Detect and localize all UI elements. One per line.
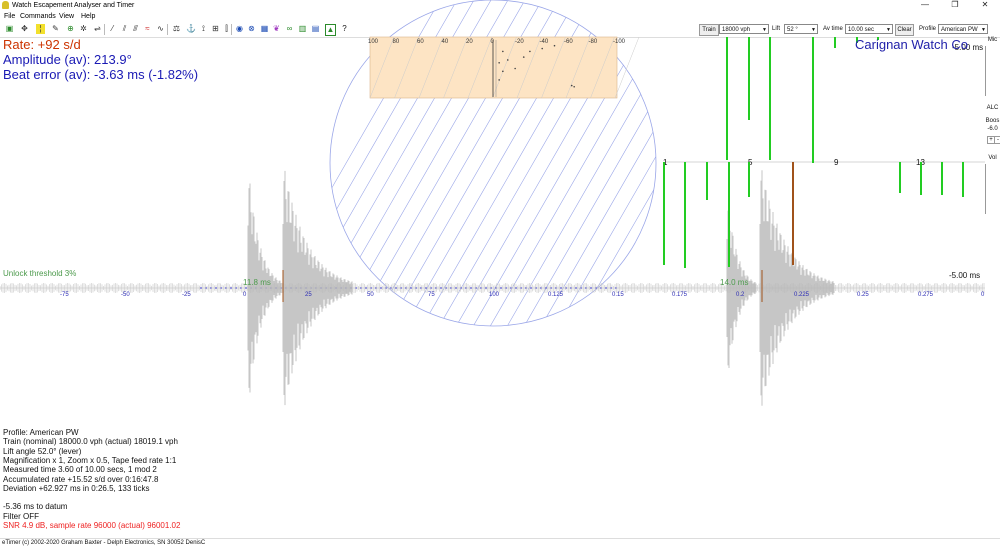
axis-label: -25 [182, 292, 191, 298]
polar-tick-label: 100 [368, 39, 379, 45]
polar-point [502, 50, 504, 53]
vol-slider[interactable] [985, 164, 986, 214]
beat-error-readout: Beat error (av): -3.63 ms (-1.82%) [3, 67, 199, 82]
info-line: SNR 4.9 dB, sample rate 96000 (actual) 9… [3, 521, 181, 530]
mic-slider[interactable] [985, 46, 986, 96]
hatch-line [623, 0, 656, 326]
axis-label: 100 [489, 292, 500, 298]
alc-label: ALC [986, 105, 999, 111]
rate-bars [663, 37, 964, 268]
axis-label: 0 [981, 292, 985, 298]
axis-label: -50 [121, 292, 130, 298]
polar-point [541, 47, 543, 50]
brand-label: Carignan Watch Co [855, 37, 968, 52]
boost-minus-button[interactable]: - [994, 136, 1000, 144]
polar-point [529, 50, 531, 53]
boost-value: -6.0 [987, 126, 998, 132]
polar-tick-label: -60 [564, 39, 573, 45]
polar-tick-label: 80 [393, 39, 400, 45]
polar-point [506, 59, 509, 61]
tick-number-9: 9 [834, 158, 839, 167]
axis-label: 0.275 [918, 292, 934, 298]
status-text: eTimer (c) 2002-2020 Graham Baxter - Del… [2, 540, 206, 546]
polar-tick-label: 60 [417, 39, 424, 45]
axis-labels: -75 -50 -25 0 25 50 75 100 0.125 0.15 0.175 0.2 0.22… [60, 292, 985, 298]
axis-label: 0.25 [857, 292, 869, 298]
amplitude-readout: Amplitude (av): 213.9° [3, 52, 132, 67]
polar-point [514, 67, 516, 70]
polar-point [498, 79, 500, 81]
hatch-line [658, 0, 848, 330]
axis-label: 0.2 [736, 292, 745, 298]
marker-left-label: 11.8 ms [243, 278, 271, 287]
axis-label: 50 [367, 292, 374, 298]
polar-point [522, 56, 525, 58]
scale-mid-label: -5.00 ms [949, 271, 980, 280]
axis-label: 75 [428, 292, 435, 298]
info-line: Magnification x 1, Zoom x 0.5, Tape feed… [3, 455, 177, 465]
mic-label: Mic [987, 37, 998, 43]
polar-point [553, 44, 556, 47]
info-line: Profile: American PW [3, 428, 79, 437]
axis-label: 25 [305, 292, 312, 298]
axis-label: 0.125 [548, 292, 564, 298]
info-line: Lift angle 52.0° (lever) [3, 446, 82, 456]
info-line: Measured time 3.60 of 10.00 secs, 1 mod … [3, 465, 157, 475]
info-line: Train (nominal) 18000.0 vph (actual) 180… [3, 437, 178, 447]
vol-label: Vol [988, 155, 997, 161]
polar-point [502, 70, 504, 73]
axis-label: 0.175 [672, 292, 688, 298]
polar-point [498, 62, 500, 64]
boost-label: Boos [985, 118, 1000, 124]
unlock-threshold-label: Unlock threshold 3% [3, 269, 77, 278]
burst-path [759, 170, 835, 406]
hatch-line [606, 0, 656, 326]
polar-tick-label: -100 [613, 39, 626, 45]
axis-label: 0.225 [794, 292, 810, 298]
axis-label: -75 [60, 292, 69, 298]
rate-readout: Rate: +92 s/d [3, 37, 81, 52]
polar-plot-box [369, 36, 618, 99]
axis-label: 0 [243, 292, 247, 298]
polar-tick-label: -20 [515, 39, 524, 45]
polar-tick-label: -40 [540, 39, 549, 45]
marker-right-label: 14.0 ms [720, 278, 748, 287]
polar-point [573, 85, 575, 88]
polar-tick-label: 40 [442, 39, 449, 45]
info-line: Deviation +62.927 ms in 0:26.5, 133 tick… [3, 483, 150, 493]
polar-tick-label: 20 [466, 39, 473, 45]
axis-label: 0.15 [612, 292, 624, 298]
polar-tick-label: -80 [589, 39, 598, 45]
info-line: -5.36 ms to datum [3, 502, 68, 512]
info-line: Accumulated rate +15.52 s/d over 0:16:47… [3, 474, 159, 484]
info-line: Filter OFF [3, 511, 39, 521]
polar-point [570, 84, 573, 87]
